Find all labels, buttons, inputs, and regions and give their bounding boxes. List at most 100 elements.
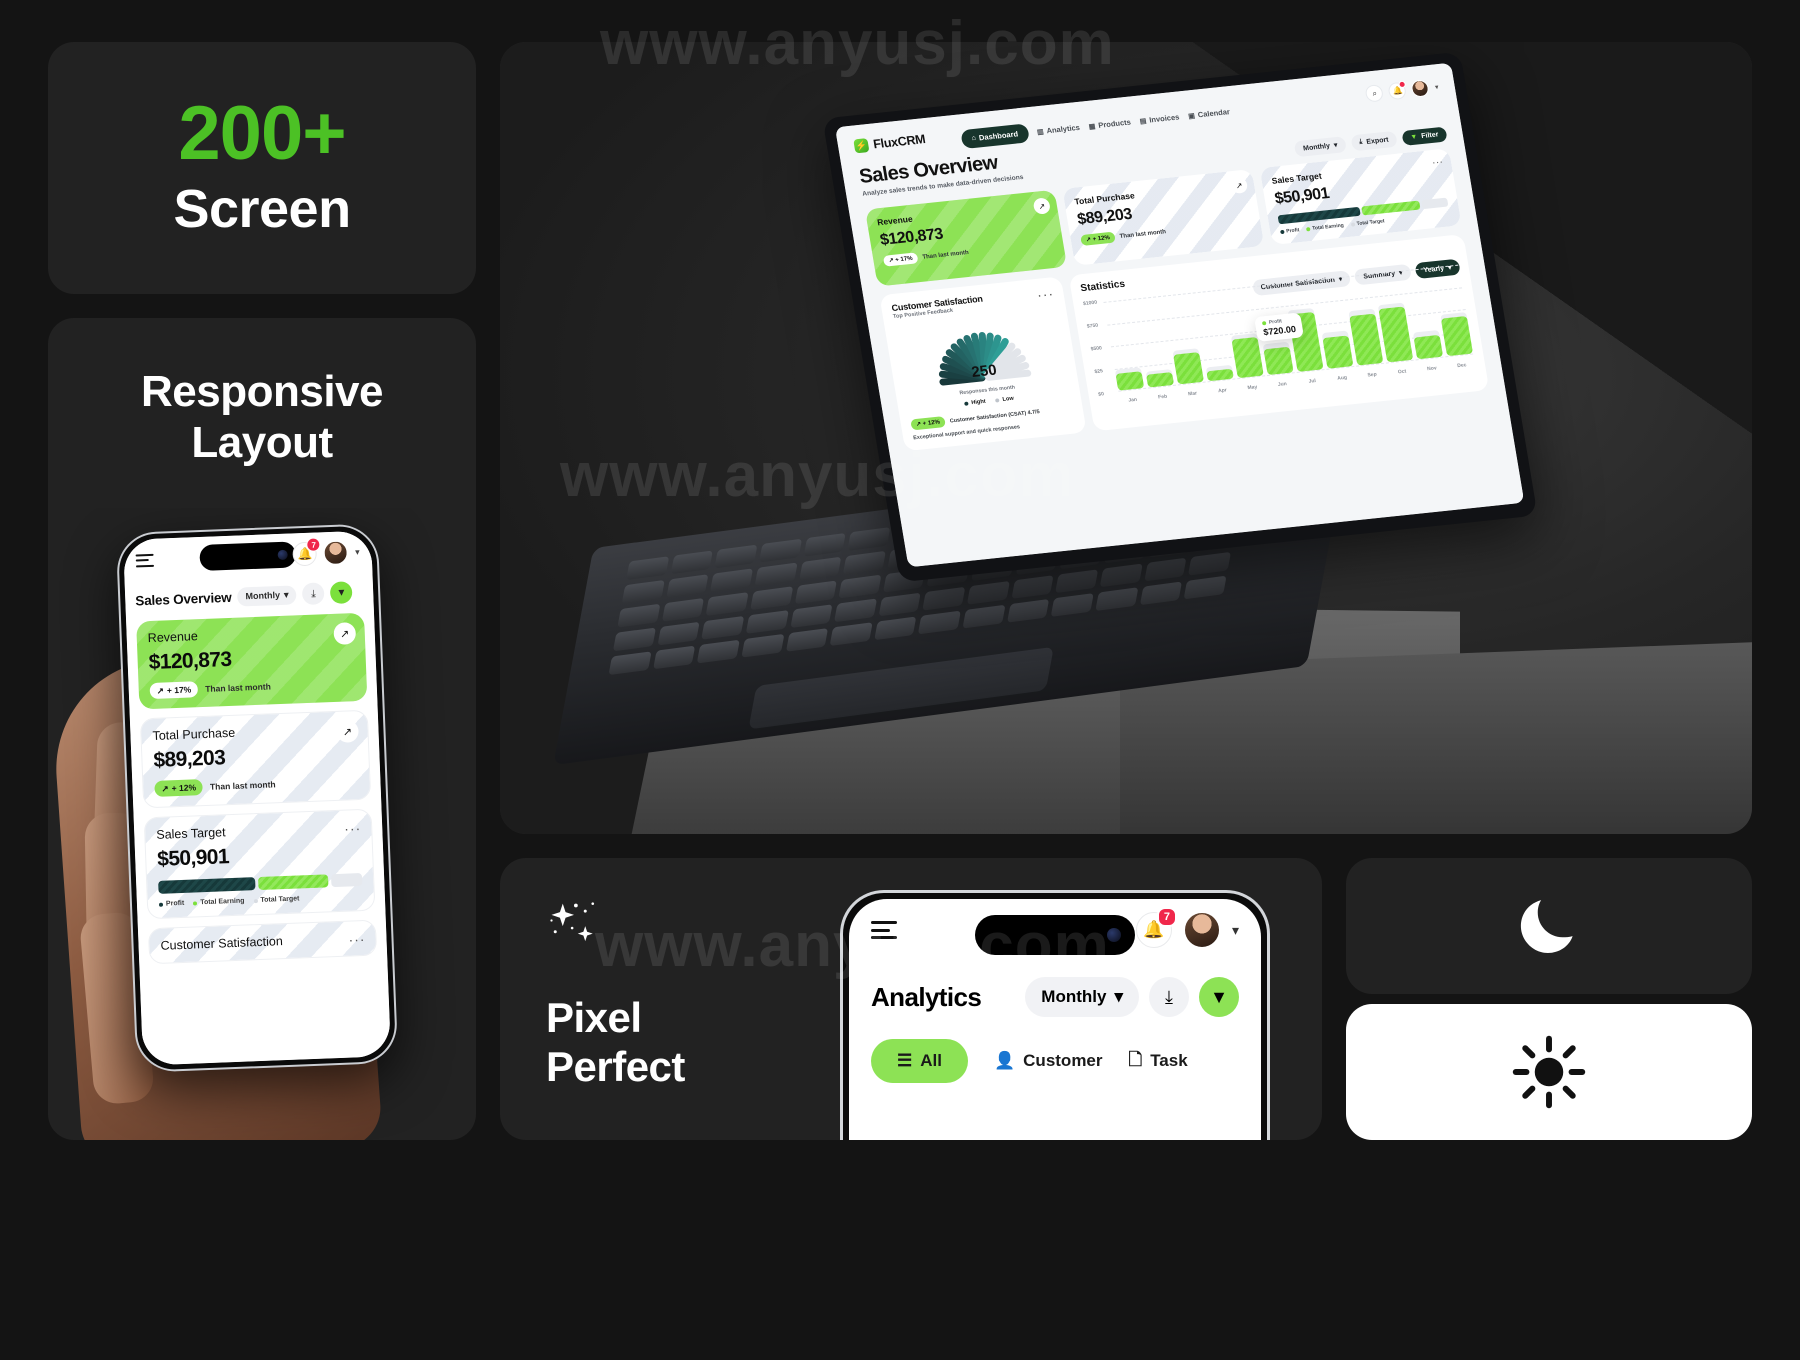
download-icon[interactable]: ⤓ <box>302 582 325 606</box>
pixel-title-line2: Perfect <box>546 1042 685 1090</box>
chevron-down-icon: ▾ <box>283 589 289 600</box>
responsive-title-line1: Responsive <box>141 367 383 416</box>
bar-chart-icon: ▥ <box>1036 128 1045 136</box>
kpi-card-sales-target[interactable]: ··· Sales Target $50,901 Profit Total Ea… <box>1259 148 1462 246</box>
kpi-card-total-purchase[interactable]: ↗ Total Purchase $89,203 ↗ + 12% Than la… <box>1062 168 1265 266</box>
notification-badge <box>1398 80 1407 89</box>
chevron-down-icon[interactable]: ▾ <box>1232 922 1239 939</box>
avatar[interactable] <box>1182 911 1221 949</box>
tab-task[interactable]: 🗋 Task <box>1129 1047 1188 1076</box>
chevron-down-icon: ▾ <box>1114 987 1123 1006</box>
x-tick-label: Aug <box>1336 374 1348 382</box>
x-tick-label: May <box>1247 384 1258 392</box>
kpi-card-total-purchase[interactable]: ↗ Total Purchase $89,203 ↗ + 12% Than la… <box>139 709 372 809</box>
nav-label: Analytics <box>1045 122 1081 136</box>
bar <box>1349 313 1384 366</box>
poster-canvas: 200+ Screen Responsive Layout 🔔 7 ▾ Sale… <box>0 0 1800 1360</box>
more-dots-icon[interactable]: ··· <box>348 931 366 948</box>
nav-item-calendar[interactable]: ▣ Calendar <box>1187 107 1231 120</box>
kpi-delta-chip: ↗ + 12% <box>154 779 204 797</box>
panel-light-mode-toggle[interactable] <box>1346 1004 1752 1140</box>
laptop-lid: FluxCRM ⌂ Dashboard ▥ Analytics <box>822 51 1538 583</box>
menu-icon[interactable] <box>871 921 897 939</box>
bar <box>1322 334 1354 369</box>
calendar-icon: ▣ <box>1187 112 1196 120</box>
pixel-perfect-title: Pixel Perfect <box>546 994 685 1091</box>
pixel-title-line1: Pixel <box>546 994 642 1041</box>
notification-bell-icon[interactable]: 🔔 <box>1387 80 1408 101</box>
phone-screen-bottom: 🔔 7 ▾ Analytics Monthly ▾ ⤓ ▼ ☰ All 👤 Cu… <box>849 899 1261 1140</box>
nav-item-dashboard[interactable]: ⌂ Dashboard <box>960 123 1030 150</box>
responsive-title: Responsive Layout <box>48 366 476 468</box>
filter-button[interactable]: ▼ Filter <box>1401 126 1448 146</box>
x-tick-label: Jan <box>1127 396 1138 404</box>
period-selector[interactable]: Monthly ▾ <box>1025 977 1139 1017</box>
x-tick-label: Dec <box>1456 362 1467 370</box>
tooltip-value: $720.00 <box>1262 323 1297 337</box>
grid-icon: ▦ <box>1088 122 1097 131</box>
menu-icon[interactable] <box>135 553 155 567</box>
panel-pixel-perfect: Pixel Perfect 🔔 7 ▾ Analytics Monthly ▾ … <box>500 858 1322 1140</box>
panel-responsive-layout: Responsive Layout 🔔 7 ▾ Sales Overview M… <box>48 318 476 1140</box>
funnel-icon[interactable]: ▼ <box>330 581 353 605</box>
tab-customer[interactable]: 👤 Customer <box>994 1051 1103 1071</box>
nav-item-analytics[interactable]: ▥ Analytics <box>1036 123 1080 136</box>
chevron-down-icon[interactable]: ▾ <box>355 546 360 557</box>
y-tick-label: $25 <box>1094 367 1104 375</box>
download-icon: ⤓ <box>1358 138 1363 146</box>
nav-label: Dashboard <box>978 129 1019 143</box>
x-tick-label: Oct <box>1397 368 1407 376</box>
more-dots-icon[interactable]: ··· <box>344 820 362 837</box>
responsive-title-line2: Layout <box>191 418 333 468</box>
phone-content-left: Sales Overview Monthly ▾ ⤓ ▼ ↗ Revenue $… <box>124 572 392 1066</box>
more-dots-icon[interactable]: ··· <box>1036 285 1056 303</box>
laptop-mockup: FluxCRM ⌂ Dashboard ▥ Analytics <box>553 51 1538 766</box>
statistics-card[interactable]: Statistics Customer Satisfaction ▾ Summar… <box>1068 234 1490 432</box>
panel-dark-mode-toggle[interactable] <box>1346 858 1752 994</box>
y-tick-label: $500 <box>1090 345 1103 353</box>
avatar[interactable] <box>323 540 349 566</box>
search-icon[interactable]: ⌕ <box>1364 84 1385 103</box>
phone-tabs: ☰ All 👤 Customer 🗋 Task <box>871 1039 1239 1083</box>
nav-label: Products <box>1097 117 1132 130</box>
kpi-note: Than last month <box>922 249 970 261</box>
x-tick-label: Jun <box>1277 381 1288 388</box>
kpi-note: Than last month <box>205 681 272 694</box>
screen-count-label: Screen <box>173 179 351 239</box>
brand[interactable]: FluxCRM <box>853 132 926 154</box>
dynamic-island <box>975 915 1135 955</box>
nav-label: Invoices <box>1148 112 1180 125</box>
csat-score: Customer Satisfaction (CSAT) 4.7/5 <box>949 408 1041 424</box>
nav-item-products[interactable]: ▦ Products <box>1088 118 1131 131</box>
bar <box>1231 337 1264 379</box>
kpi-note: Than last month <box>209 779 276 792</box>
avatar[interactable] <box>1410 79 1431 98</box>
export-button[interactable]: ⤓ Export <box>1350 130 1398 152</box>
phone-screen-left: 🔔 7 ▾ Sales Overview Monthly ▾ ⤓ ▼ ↗ Rev… <box>122 530 392 1066</box>
page-title: Analytics <box>871 981 982 1012</box>
tab-all[interactable]: ☰ All <box>871 1039 968 1083</box>
bar <box>1440 316 1474 357</box>
kpi-card-revenue[interactable]: ↗ Revenue $120,873 ↗ + 17% Than last mon… <box>864 189 1068 287</box>
kpi-card-customer-satisfaction[interactable]: ··· Customer Satisfaction <box>147 919 378 965</box>
nav-item-invoices[interactable]: ▤ Invoices <box>1139 112 1180 125</box>
x-tick-label: Mar <box>1187 390 1198 398</box>
file-icon: 🗋 <box>1128 1049 1143 1069</box>
kpi-card-revenue[interactable]: ↗ Revenue $120,873 ↗ + 17% Than last mon… <box>136 612 368 710</box>
period-label: Monthly <box>245 589 281 602</box>
period-selector[interactable]: Monthly ▾ <box>237 584 297 607</box>
kpi-card-sales-target[interactable]: ··· Sales Target $50,901 Profit Total Ea… <box>143 808 376 920</box>
hand-holding-phone: 🔔 7 ▾ Sales Overview Monthly ▾ ⤓ ▼ ↗ Rev… <box>48 508 476 1140</box>
more-dots-icon[interactable]: ··· <box>1431 156 1444 169</box>
csat-delta-chip: ↗ + 12% <box>910 416 946 431</box>
customer-satisfaction-card[interactable]: ··· Customer Satisfaction Top Positive F… <box>879 276 1087 452</box>
bell-icon[interactable]: 🔔 7 <box>292 537 322 567</box>
bell-icon[interactable]: 🔔 7 <box>1135 907 1177 948</box>
phone-header-row: Sales Overview Monthly ▾ ⤓ ▼ <box>135 581 364 612</box>
chevron-down-icon[interactable]: ▾ <box>1434 83 1440 91</box>
list-icon: ☰ <box>897 1051 913 1070</box>
funnel-icon[interactable]: ▼ <box>1199 977 1239 1017</box>
kpi-delta-chip: ↗ + 17% <box>149 681 199 700</box>
x-tick-label: Jul <box>1308 378 1317 385</box>
download-icon[interactable]: ⤓ <box>1149 977 1189 1017</box>
